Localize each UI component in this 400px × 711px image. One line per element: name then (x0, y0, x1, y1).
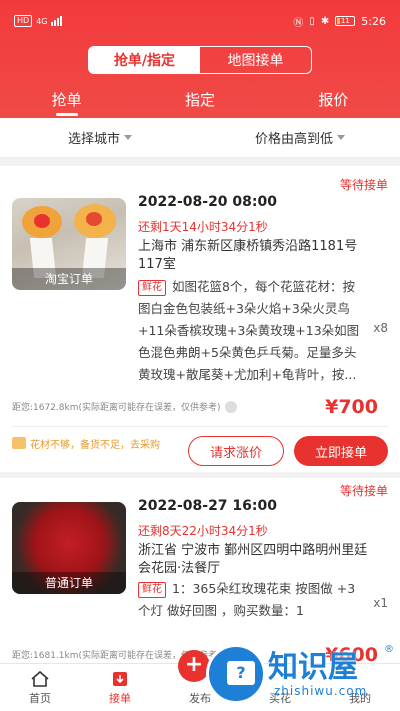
tab-quote[interactable]: 报价 (267, 86, 400, 118)
status-bar: HD 4G Ⓝ ▯ ✱ 11 5:26 (0, 0, 400, 42)
order-address: 上海市 浦东新区康桥镇秀沿路1181号117室 (138, 239, 358, 272)
home-icon (31, 670, 49, 687)
stock-note: 花材不够，备货不足，去采购 (12, 436, 172, 451)
chevron-down-icon (124, 135, 132, 140)
navigate-icon[interactable] (224, 400, 237, 413)
category-badge: 鲜花 (138, 280, 166, 296)
battery-icon: 11 (335, 16, 356, 26)
order-type-tag: 普通订单 (12, 572, 126, 594)
tab-assigned[interactable]: 指定 (133, 86, 266, 118)
filter-bar: 选择城市 价格由高到低 (0, 118, 400, 158)
order-description: 鲜花 如图花篮8个，每个花篮花材：按图白金色包装纸+3朵火焰+3朵火灵鸟+11朵香… (138, 279, 360, 382)
order-receive-icon (113, 671, 127, 686)
order-card[interactable]: 等待接单 淘宝订单 2022-08-20 08:00 还剩1天14小时34分1秒… (0, 166, 400, 472)
order-price: ¥700 (325, 396, 378, 418)
registered-mark: ® (384, 644, 394, 655)
order-distance: 距您:1672.8km(实际距离可能存在误差，仅供参考) (12, 400, 237, 413)
order-datetime: 2022-08-20 08:00 (138, 194, 277, 210)
header: HD 4G Ⓝ ▯ ✱ 11 5:26 抢单/指定 地图接单 抢单 指定 报价 (0, 0, 400, 118)
tab-underline (55, 113, 78, 116)
order-datetime: 2022-08-27 16:00 (138, 498, 277, 514)
order-address: 浙江省 宁波市 鄞州区四明中路明州里廷会花园·法餐厅 (138, 543, 368, 576)
order-thumbnail[interactable]: 普通订单 (12, 502, 126, 594)
watermark-title: 知识屋 (268, 650, 358, 685)
order-quantity: x8 (373, 321, 388, 335)
chevron-down-icon (337, 135, 345, 140)
order-status: 等待接单 (339, 178, 388, 192)
nfc-icon: Ⓝ (293, 17, 304, 29)
warning-icon (12, 437, 26, 449)
sort-filter[interactable]: 价格由高到低 (200, 118, 400, 157)
watermark-logo: ? 知识屋 ® zhishiwu.com (204, 640, 394, 706)
signal-icon (51, 16, 63, 26)
request-price-raise-button[interactable]: 请求涨价 (188, 436, 284, 466)
order-quantity: x1 (373, 596, 388, 610)
mode-switch: 抢单/指定 地图接单 (88, 46, 312, 74)
divider (12, 426, 388, 427)
vibrate-icon: ▯ (309, 15, 315, 27)
clock: 5:26 (361, 14, 386, 28)
watermark-badge: ? (206, 644, 266, 704)
order-countdown: 还剩1天14小时34分1秒 (138, 220, 268, 234)
order-card[interactable]: 等待接单 普通订单 2022-08-27 16:00 还剩8天22小时34分1秒… (0, 478, 400, 666)
order-thumbnail[interactable]: 淘宝订单 (12, 198, 126, 290)
hd-chip: HD (14, 15, 33, 27)
bluetooth-icon: ✱ (320, 15, 330, 27)
category-badge: 鲜花 (138, 582, 166, 598)
order-tabs: 抢单 指定 报价 (0, 86, 400, 118)
order-status: 等待接单 (339, 484, 388, 498)
city-filter[interactable]: 选择城市 (0, 118, 200, 157)
segment-map-orders[interactable]: 地图接单 (200, 47, 311, 73)
nav-home[interactable]: 首页 (0, 664, 80, 711)
order-countdown: 还剩8天22小时34分1秒 (138, 524, 268, 538)
order-type-tag: 淘宝订单 (12, 268, 126, 290)
watermark-url: zhishiwu.com (274, 684, 368, 698)
tab-grab[interactable]: 抢单 (0, 86, 133, 118)
nav-orders[interactable]: 接单 (80, 664, 160, 711)
network-label: 4G (36, 16, 48, 26)
order-description: 鲜花 1：365朵红玫瑰花束 按图做 +3个灯 做好回图 ，购买数量：1 (138, 581, 356, 618)
accept-order-button[interactable]: 立即接单 (294, 436, 388, 466)
segment-grab-assign[interactable]: 抢单/指定 (89, 47, 200, 73)
